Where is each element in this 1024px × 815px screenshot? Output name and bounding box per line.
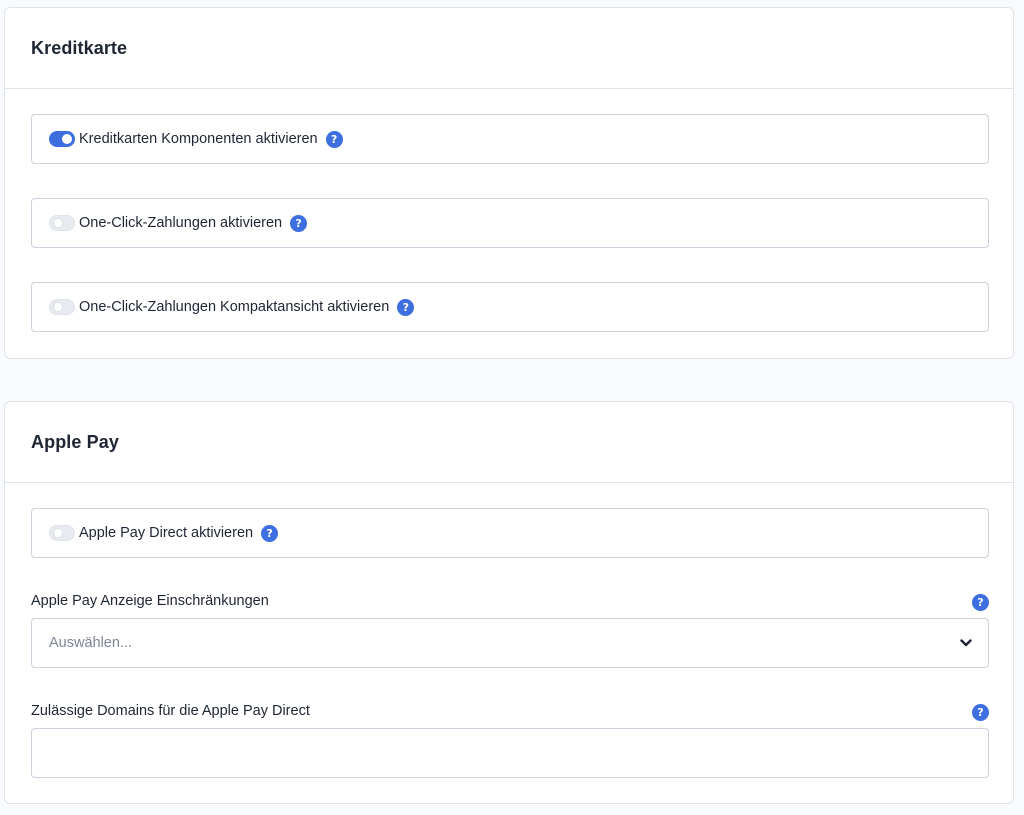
applepay-title: Apple Pay xyxy=(31,431,119,452)
help-icon[interactable]: ? xyxy=(325,130,343,148)
help-icon[interactable]: ? xyxy=(290,214,308,232)
toggle-knob xyxy=(62,134,72,144)
toggle-knob xyxy=(53,528,63,538)
one-click-zahlungen-toggle[interactable] xyxy=(49,215,75,231)
chevron-down-icon xyxy=(960,639,972,647)
one-click-kompaktansicht-toggle[interactable] xyxy=(49,299,75,315)
apple-pay-direct-label: Apple Pay Direct aktivieren xyxy=(79,525,254,541)
domains-label: Zulässige Domains für die Apple Pay Dire… xyxy=(31,703,310,719)
kreditkarten-komponenten-label: Kreditkarten Komponenten aktivieren xyxy=(79,131,318,147)
help-icon[interactable]: ? xyxy=(261,524,279,542)
kreditkarte-title: Kreditkarte xyxy=(31,37,128,58)
apple-pay-direct-toggle[interactable] xyxy=(49,525,75,541)
restrictions-help: ? xyxy=(972,593,989,611)
option-one-click-kompaktansicht: One-Click-Zahlungen Kompaktansicht aktiv… xyxy=(31,282,989,332)
restrictions-label: Apple Pay Anzeige Einschränkungen xyxy=(31,593,269,609)
help-icon[interactable]: ? xyxy=(397,298,415,316)
domains-help: ? xyxy=(972,703,989,721)
applepay-card: Apple Pay Apple Pay Direct aktivieren ? … xyxy=(4,401,1014,804)
one-click-kompaktansicht-label: One-Click-Zahlungen Kompaktansicht aktiv… xyxy=(79,299,390,315)
one-click-zahlungen-label: One-Click-Zahlungen aktivieren xyxy=(79,215,283,231)
option-kreditkarten-komponenten: Kreditkarten Komponenten aktivieren ? xyxy=(31,114,989,164)
applepay-header: Apple Pay xyxy=(5,402,1013,483)
restrictions-select[interactable]: Auswählen... xyxy=(31,618,989,668)
kreditkarte-card: Kreditkarte Kreditkarten Komponenten akt… xyxy=(4,7,1014,359)
option-one-click-zahlungen: One-Click-Zahlungen aktivieren ? xyxy=(31,198,989,248)
restrictions-select-placeholder: Auswählen... xyxy=(49,635,133,651)
help-icon[interactable]: ? xyxy=(972,704,989,721)
toggle-knob xyxy=(53,302,63,312)
domains-input[interactable] xyxy=(31,728,989,778)
help-icon[interactable]: ? xyxy=(972,594,989,611)
kreditkarten-komponenten-toggle[interactable] xyxy=(49,131,75,147)
kreditkarte-header: Kreditkarte xyxy=(5,8,1013,89)
toggle-knob xyxy=(53,218,63,228)
option-apple-pay-direct: Apple Pay Direct aktivieren ? xyxy=(31,508,989,558)
